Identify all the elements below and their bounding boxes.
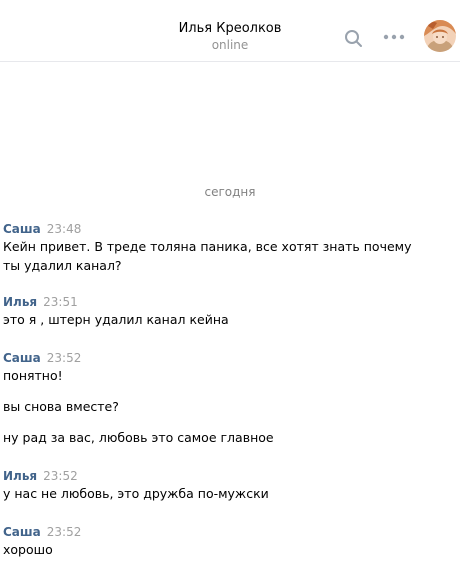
message-author[interactable]: Илья	[3, 295, 37, 309]
message-group: Саша 23:48 Кейн привет. В треде толяна па…	[3, 221, 443, 275]
message-text: вы снова вместе?	[3, 399, 119, 414]
message-author[interactable]: Илья	[3, 469, 37, 483]
search-icon[interactable]	[343, 28, 365, 50]
message-author[interactable]: Саша	[3, 222, 41, 236]
message-author[interactable]: Саша	[3, 351, 41, 365]
message-text: хорошо	[3, 542, 53, 557]
message-time: 23:51	[43, 295, 78, 309]
message-time: 23:52	[43, 469, 78, 483]
avatar[interactable]	[424, 20, 456, 52]
message-group: Илья 23:51 это я , штерн удалил канал кей…	[3, 294, 443, 329]
message-time: 23:52	[46, 525, 82, 539]
message-header: Саша 23:48	[3, 221, 443, 237]
message-time: 23:48	[46, 222, 82, 236]
message-header: Саша 23:52	[3, 350, 443, 366]
message-text: Кейн привет. В треде толяна паника, все …	[3, 239, 412, 273]
message-text: понятно!	[3, 368, 63, 383]
message-time: 23:52	[46, 351, 82, 365]
message-author[interactable]: Саша	[3, 525, 41, 539]
message-header: Саша 23:52	[3, 524, 443, 540]
message-group: Илья 23:52 у нас не любовь, это дружба по…	[3, 468, 443, 503]
message-text: это я , штерн удалил канал кейна	[3, 312, 229, 327]
message-group: Саша 23:52 понятно! вы снова вместе? ну р…	[3, 350, 443, 447]
message-group: Саша 23:52 хорошо	[3, 524, 443, 559]
message-text: у нас не любовь, это дружба по-мужски	[3, 486, 269, 501]
message-header: Илья 23:51	[3, 294, 443, 310]
message-text: ну рад за вас, любовь это самое главное	[3, 430, 274, 445]
chat-header: Илья Креолков online	[0, 0, 460, 62]
avatar-image	[424, 20, 456, 52]
more-horizontal-icon[interactable]	[381, 30, 407, 44]
date-divider: сегодня	[204, 185, 256, 199]
message-header: Илья 23:52	[3, 468, 443, 484]
